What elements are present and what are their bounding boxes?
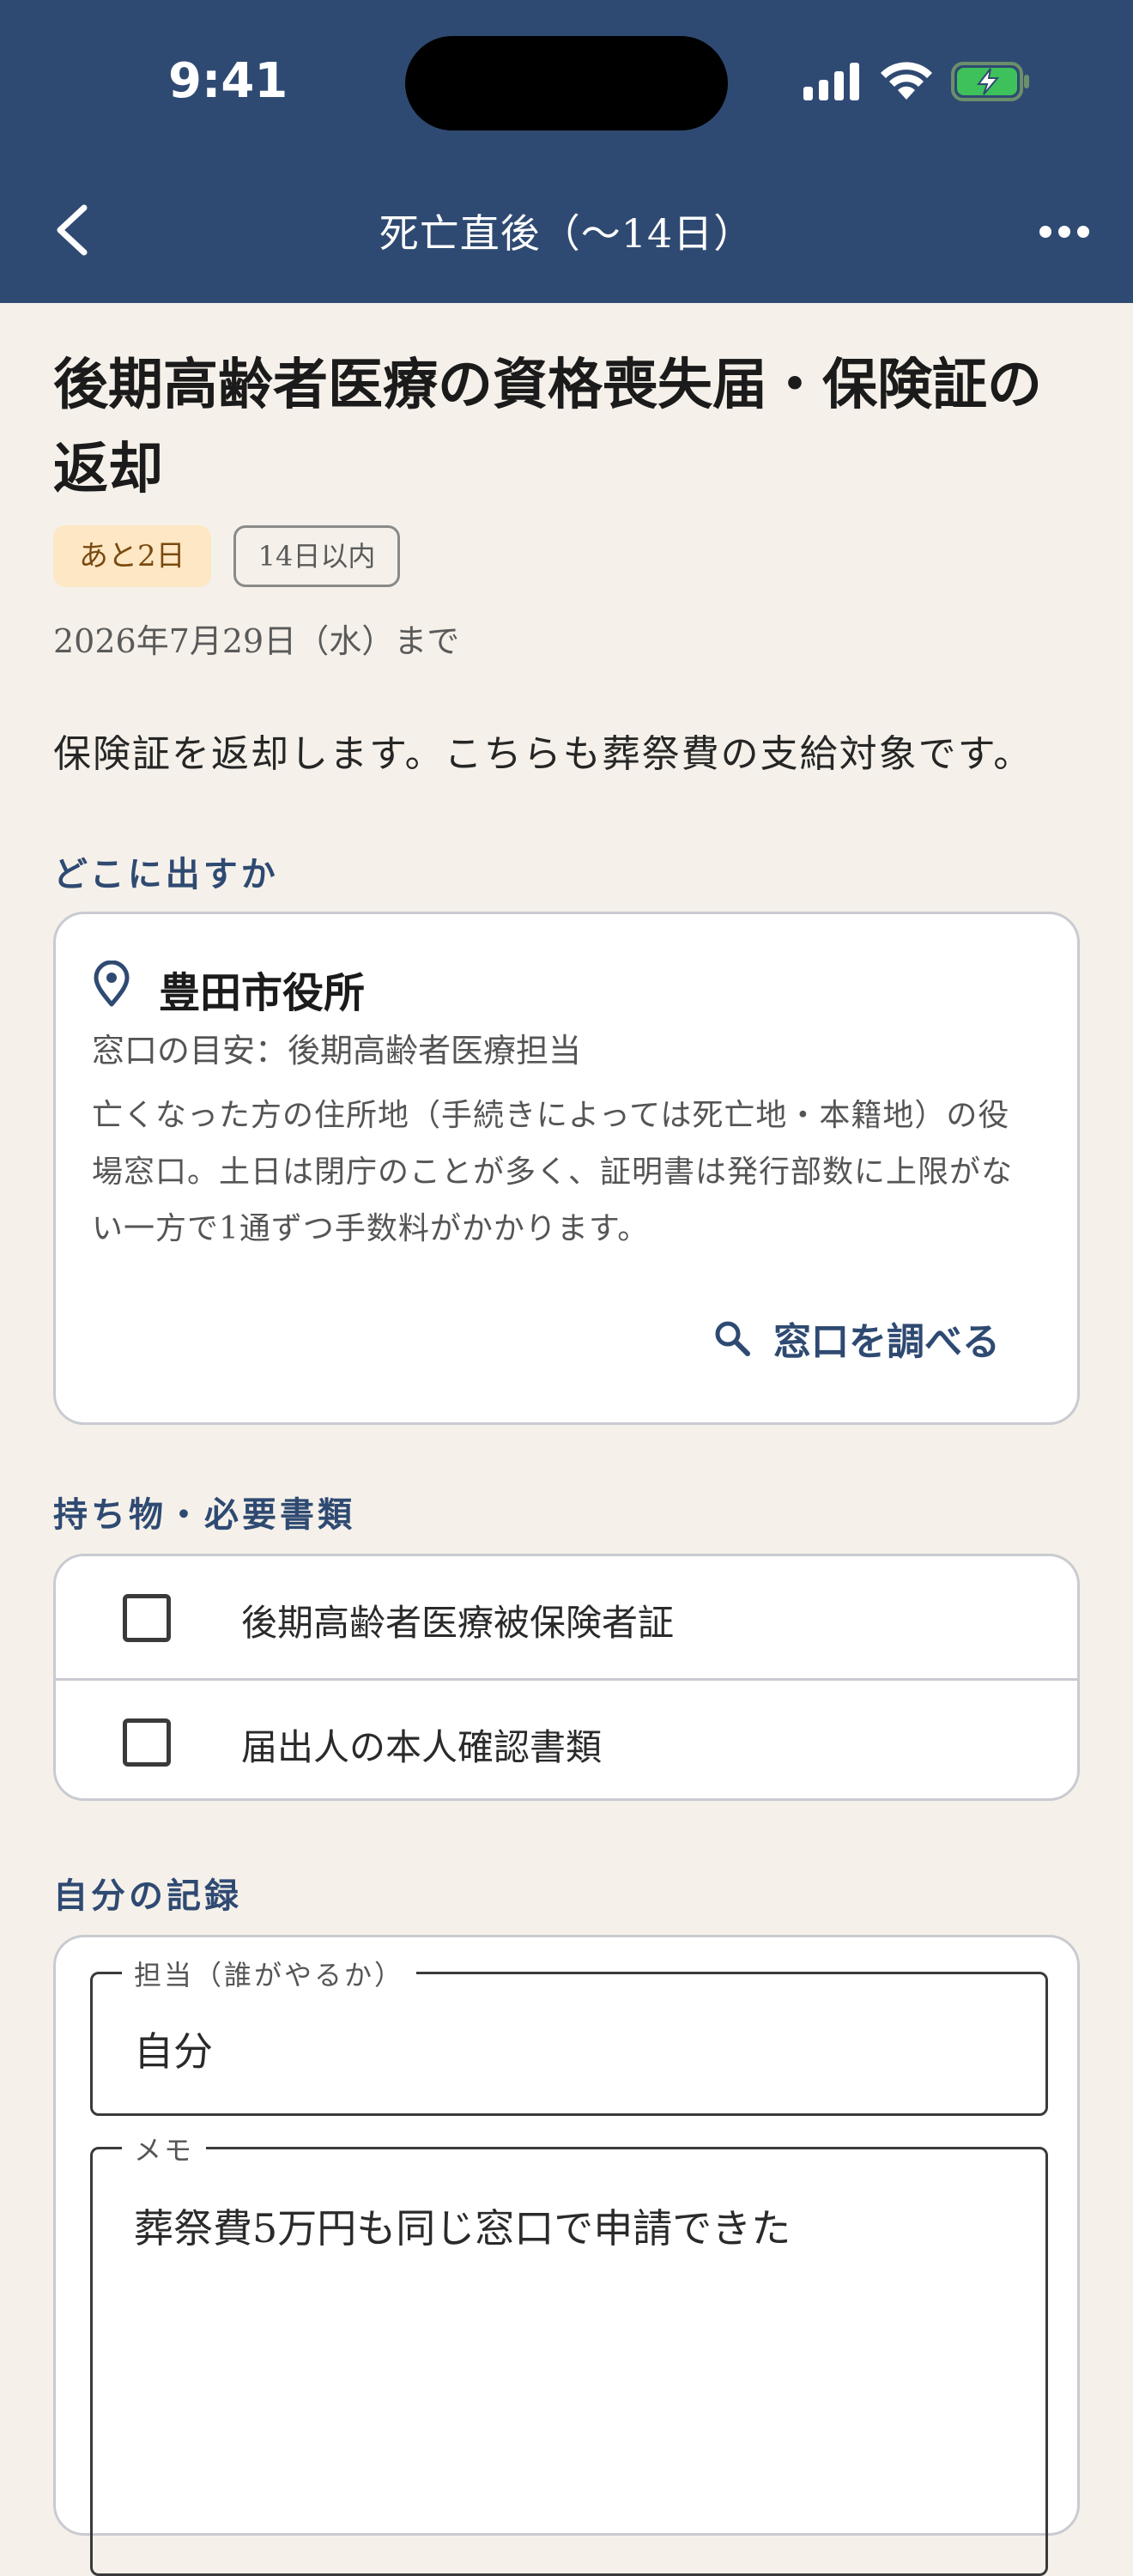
office-note-line: い一方で1通ずつ手数料がかかります。 xyxy=(92,1211,650,1246)
dynamic-island xyxy=(405,36,728,130)
badge-row: あと2日 14日以内 xyxy=(53,525,401,587)
status-time: 9:41 xyxy=(168,53,288,109)
wifi-icon xyxy=(881,62,932,100)
memo-value: 葬祭費5万円も同じ窓口で申請できた xyxy=(134,2205,791,2252)
more-options-button[interactable] xyxy=(1039,215,1090,249)
assignee-field[interactable]: 担当（誰がやるか） 自分 xyxy=(90,1954,1048,2116)
battery-charging-icon xyxy=(951,62,1029,101)
page-title: 後期高齢者医療の資格喪失届・保険証の返却 xyxy=(53,353,1042,501)
office-note-line: 亡くなった方の住所地（手続きによっては死亡地・本籍地）の役 xyxy=(92,1098,1010,1133)
counter-hint: 窓口の目安：後期高齢者医療担当 xyxy=(92,1032,582,1070)
status-icons xyxy=(803,60,1030,103)
document-item[interactable]: 届出人の本人確認書類 xyxy=(56,1681,1077,1804)
document-item[interactable]: 後期高齢者医療被保険者証 xyxy=(56,1556,1077,1680)
signal-icon xyxy=(803,63,859,100)
record-section-label: 自分の記録 xyxy=(53,1876,242,1916)
office-note: 亡くなった方の住所地（手続きによっては死亡地・本籍地）の役 場窓口。土日は閉庁の… xyxy=(92,1088,1053,1258)
assignee-label: 担当（誰がやるか） xyxy=(122,1954,417,1993)
nav-title: 死亡直後（〜14日） xyxy=(379,210,754,257)
office-note-line: 場窓口。土日は閉庁のことが多く、証明書は発行部数に上限がな xyxy=(92,1155,1014,1190)
task-description: 保険証を返却します。こちらも葬祭費の支給対象です。 xyxy=(53,732,1033,776)
top-bar: 9:41 死亡直後（〜14日） xyxy=(0,0,1133,303)
documents-section-label: 持ち物・必要書類 xyxy=(53,1494,355,1535)
assignee-value: 自分 xyxy=(134,2028,213,2075)
lookup-office-button[interactable]: 窓口を調べる xyxy=(713,1311,1000,1366)
location-pin-icon xyxy=(94,961,130,1007)
period-badge: 14日以内 xyxy=(233,525,401,587)
checkbox[interactable] xyxy=(123,1718,171,1767)
office-card: 豊田市役所 窓口の目安：後期高齢者医療担当 亡くなった方の住所地（手続きによって… xyxy=(53,912,1080,1425)
where-section-label: どこに出すか xyxy=(53,854,279,894)
document-label: 後期高齢者医療被保険者証 xyxy=(241,1602,675,1644)
document-label: 届出人の本人確認書類 xyxy=(241,1726,603,1768)
deadline-text: 2026年7月29日（水）まで xyxy=(53,622,460,660)
checkbox[interactable] xyxy=(123,1594,171,1642)
memo-field[interactable]: メモ 葬祭費5万円も同じ窓口で申請できた xyxy=(90,2129,1048,2576)
remaining-days-badge: あと2日 xyxy=(53,525,211,587)
lookup-office-label: 窓口を調べる xyxy=(773,1320,1000,1364)
record-card: 担当（誰がやるか） 自分 メモ 葬祭費5万円も同じ窓口で申請できた xyxy=(53,1935,1080,2576)
office-name: 豊田市役所 xyxy=(159,969,366,1017)
search-icon xyxy=(715,1321,750,1356)
memo-label: メモ xyxy=(122,2129,207,2168)
documents-card: 後期高齢者医療被保険者証 届出人の本人確認書類 xyxy=(53,1554,1080,1801)
